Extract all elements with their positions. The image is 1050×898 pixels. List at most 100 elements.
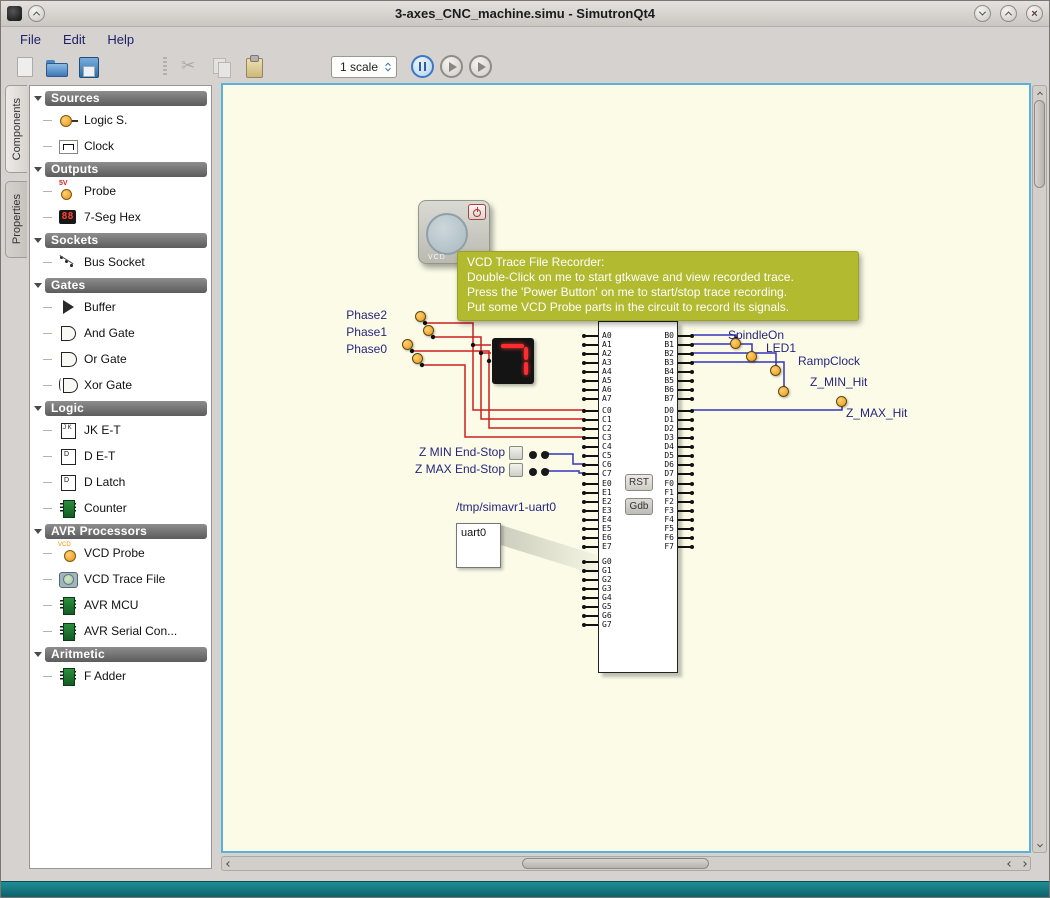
cut-icon[interactable]	[177, 54, 203, 80]
tree-item[interactable]: Probe	[30, 178, 211, 204]
mcu-pin[interactable]	[678, 335, 691, 337]
mcu-pin[interactable]	[585, 537, 598, 539]
tree-section-header[interactable]: Sockets	[45, 233, 207, 248]
mcu-pin[interactable]	[585, 561, 598, 563]
vcd-probe-led1[interactable]	[746, 351, 757, 362]
pause-button[interactable]	[411, 55, 434, 78]
mcu-pin[interactable]	[585, 344, 598, 346]
tree-item[interactable]: Or Gate	[30, 346, 211, 372]
mcu-pin[interactable]	[585, 615, 598, 617]
vcd-probe-phase-extra[interactable]	[412, 353, 423, 364]
mcu-pin[interactable]	[585, 579, 598, 581]
mcu-pin[interactable]	[585, 446, 598, 448]
vertical-scroll-thumb[interactable]	[1034, 100, 1045, 188]
mcu-chip[interactable]: RST Gdb A0A1A2A3A4A5A6A7C0C1C2C3C4C5C6C7…	[598, 321, 678, 673]
tab-components[interactable]: Components	[5, 85, 27, 173]
tree-section-header[interactable]: Aritmetic	[45, 647, 207, 662]
mcu-pin[interactable]	[678, 371, 691, 373]
vcd-probe-rampclock[interactable]	[770, 365, 781, 376]
mcu-pin[interactable]	[585, 410, 598, 412]
close-button[interactable]: ×	[1026, 5, 1043, 22]
scroll-left-icon-2[interactable]	[1003, 857, 1016, 870]
section-collapse-icon[interactable]	[34, 406, 42, 411]
tree-item[interactable]: F Adder	[30, 663, 211, 689]
mcu-pin[interactable]	[585, 437, 598, 439]
mcu-pin[interactable]	[585, 510, 598, 512]
open-file-icon[interactable]	[43, 54, 69, 80]
run-button[interactable]	[469, 55, 492, 78]
seven-segment-display[interactable]	[492, 338, 534, 384]
tree-item[interactable]: And Gate	[30, 320, 211, 346]
mcu-pin[interactable]	[585, 419, 598, 421]
menu-edit[interactable]: Edit	[54, 30, 94, 49]
tree-item[interactable]: AVR MCU	[30, 592, 211, 618]
tree-item[interactable]: Xor Gate	[30, 372, 211, 398]
section-collapse-icon[interactable]	[34, 283, 42, 288]
mcu-pin[interactable]	[678, 437, 691, 439]
endstop-switch-zmin[interactable]	[509, 446, 523, 460]
mcu-pin[interactable]	[678, 446, 691, 448]
horizontal-scroll-thumb[interactable]	[522, 858, 709, 869]
mcu-pin[interactable]	[585, 464, 598, 466]
mcu-pin[interactable]	[678, 483, 691, 485]
menu-help[interactable]: Help	[98, 30, 143, 49]
scale-spinner[interactable]	[386, 62, 390, 72]
mcu-pin[interactable]	[678, 410, 691, 412]
mcu-pin[interactable]	[585, 362, 598, 364]
mcu-pin[interactable]	[585, 483, 598, 485]
horizontal-scrollbar[interactable]	[221, 856, 1031, 871]
scroll-up-icon[interactable]	[1033, 86, 1046, 99]
mcu-pin[interactable]	[678, 362, 691, 364]
mcu-pin[interactable]	[678, 537, 691, 539]
mcu-pin[interactable]	[678, 428, 691, 430]
mcu-pin[interactable]	[678, 455, 691, 457]
tree-item[interactable]: VCD Probe	[30, 540, 211, 566]
mcu-pin[interactable]	[678, 344, 691, 346]
scale-selector[interactable]: 1 scale	[331, 56, 397, 78]
tree-section-header[interactable]: AVR Processors	[45, 524, 207, 539]
menu-file[interactable]: File	[11, 30, 50, 49]
tree-section-header[interactable]: Logic	[45, 401, 207, 416]
mcu-pin[interactable]	[678, 353, 691, 355]
minimize-button[interactable]	[974, 5, 991, 22]
tree-section-header[interactable]: Sources	[45, 91, 207, 106]
mcu-pin[interactable]	[585, 335, 598, 337]
vcd-probe-phase1[interactable]	[423, 325, 434, 336]
mcu-pin[interactable]	[585, 473, 598, 475]
mcu-pin[interactable]	[585, 398, 598, 400]
section-collapse-icon[interactable]	[34, 238, 42, 243]
mcu-pin[interactable]	[585, 528, 598, 530]
mcu-pin[interactable]	[678, 492, 691, 494]
mcu-pin[interactable]	[678, 519, 691, 521]
mcu-reset-button[interactable]: RST	[625, 474, 653, 491]
vertical-scrollbar[interactable]	[1032, 85, 1047, 853]
mcu-pin[interactable]	[678, 510, 691, 512]
recorder-power-button[interactable]	[468, 204, 486, 220]
mcu-pin[interactable]	[678, 546, 691, 548]
step-button[interactable]	[440, 55, 463, 78]
tree-item[interactable]: 7-Seg Hex	[30, 204, 211, 230]
mcu-pin[interactable]	[585, 588, 598, 590]
tree-section-header[interactable]: Gates	[45, 278, 207, 293]
mcu-pin[interactable]	[678, 464, 691, 466]
mcu-pin[interactable]	[585, 380, 598, 382]
mcu-gdb-button[interactable]: Gdb	[625, 498, 653, 515]
mcu-pin[interactable]	[585, 570, 598, 572]
tree-item[interactable]: VCD Trace File	[30, 566, 211, 592]
vcd-probe-zminhit[interactable]	[778, 386, 789, 397]
mcu-pin[interactable]	[585, 624, 598, 626]
tree-item[interactable]: D E-T	[30, 443, 211, 469]
mcu-pin[interactable]	[585, 606, 598, 608]
mcu-pin[interactable]	[678, 389, 691, 391]
tree-item[interactable]: D Latch	[30, 469, 211, 495]
mcu-pin[interactable]	[585, 597, 598, 599]
tree-item[interactable]: JK E-T	[30, 417, 211, 443]
mcu-pin[interactable]	[678, 528, 691, 530]
mcu-pin[interactable]	[585, 501, 598, 503]
toolbar-handle[interactable]	[163, 57, 167, 77]
scroll-right-icon[interactable]	[1017, 857, 1030, 870]
vcd-probe-phase0[interactable]	[402, 339, 413, 350]
mcu-pin[interactable]	[585, 428, 598, 430]
section-collapse-icon[interactable]	[34, 96, 42, 101]
tree-item[interactable]: Clock	[30, 133, 211, 159]
